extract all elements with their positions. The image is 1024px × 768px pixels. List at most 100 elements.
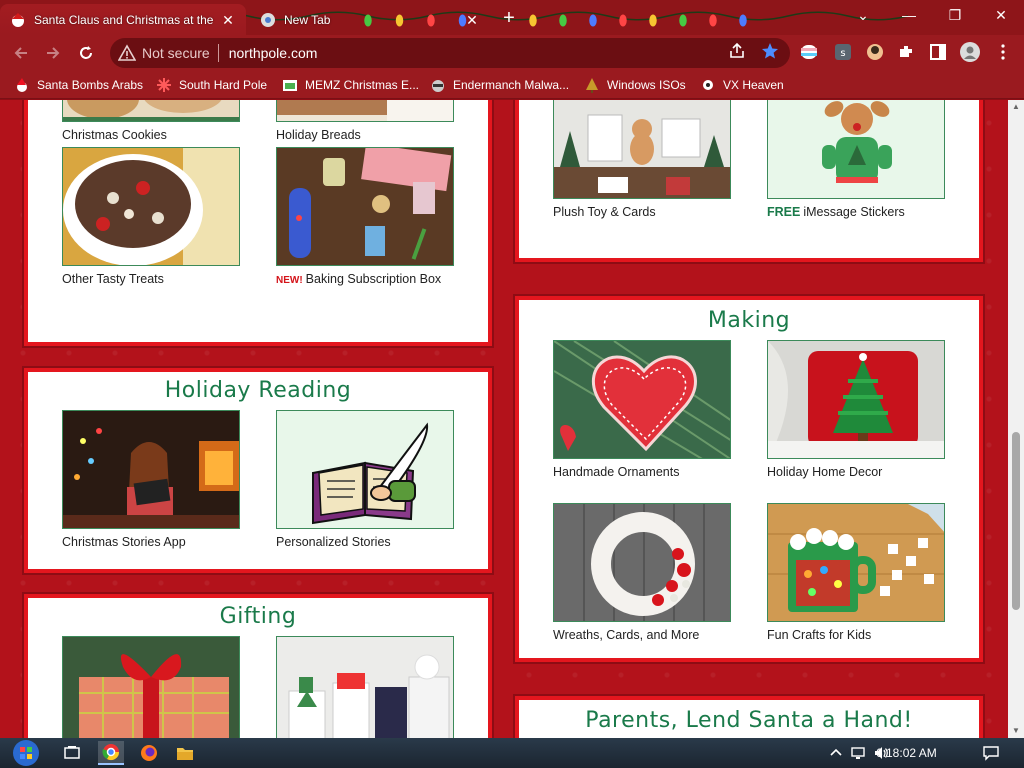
holiday-breads-image[interactable] [276, 100, 454, 122]
tile-gifting-present[interactable] [62, 636, 240, 738]
wrapped-present-image[interactable] [62, 636, 240, 738]
taskbar-chrome[interactable] [98, 741, 124, 765]
imessage-stickers-image[interactable] [767, 100, 945, 199]
virus-icon [703, 80, 713, 90]
network-icon[interactable] [850, 745, 866, 761]
windows-start-orb-icon [13, 740, 39, 766]
bookmark-santa-bombs-arabs[interactable]: Santa Bombs Arabs [14, 75, 143, 95]
tab-strip: Santa Claus and Christmas at the ✕ New T… [0, 0, 1024, 35]
handmade-ornaments-image[interactable] [553, 340, 731, 459]
tile-caption[interactable]: Plush Toy & Cards [553, 205, 731, 219]
holiday-home-decor-image[interactable] [767, 340, 945, 459]
bookmark-windows-isos[interactable]: Windows ISOs [584, 75, 686, 95]
tile-gifting-bags[interactable] [276, 636, 454, 738]
address-bar[interactable]: Not secure northpole.com [110, 38, 790, 68]
bookmark-vx-heaven[interactable]: VX Heaven [700, 75, 784, 95]
bookmark-star-icon[interactable] [761, 42, 779, 60]
tab-title: Santa Claus and Christmas at the [34, 12, 214, 27]
tile-baking-subscription-box[interactable]: NEW! Baking Subscription Box [276, 147, 454, 286]
scroll-up-arrow-icon[interactable]: ▲ [1008, 100, 1024, 114]
gift-bags-image[interactable] [276, 636, 454, 738]
share-icon[interactable] [728, 42, 746, 60]
chrome-icon [102, 744, 120, 761]
free-badge: FREE [767, 205, 801, 219]
bookmark-label: MEMZ Christmas E... [305, 78, 420, 92]
christmas-cookies-image[interactable] [62, 100, 240, 122]
url-text[interactable]: northpole.com [229, 45, 318, 61]
bookmark-memz-christmas[interactable]: MEMZ Christmas E... [282, 75, 419, 95]
reload-icon [80, 46, 92, 59]
tile-holiday-breads[interactable]: Holiday Breads [276, 100, 454, 142]
flag-extension-icon[interactable] [800, 43, 818, 61]
close-window-button[interactable]: ✕ [978, 0, 1024, 30]
chrome-icon [261, 12, 275, 27]
scroll-down-arrow-icon[interactable]: ▼ [1008, 724, 1024, 738]
bookmark-label: Santa Bombs Arabs [37, 78, 144, 92]
plush-toy-cards-image[interactable] [553, 100, 731, 199]
tile-wreaths-cards-more[interactable]: Wreaths, Cards, and More [553, 503, 731, 642]
s-extension-icon[interactable]: s [834, 43, 852, 61]
tile-caption[interactable]: Holiday Home Decor [767, 465, 945, 479]
tile-plush-toy-cards[interactable]: Plush Toy & Cards [553, 100, 731, 219]
tile-caption[interactable]: Holiday Breads [276, 128, 454, 142]
tab-new-tab[interactable]: New Tab ✕ [250, 4, 490, 35]
profile-avatar-icon[interactable] [960, 42, 980, 62]
card-baking: Christmas Cookies Holiday Breads Other T… [24, 100, 492, 346]
tile-caption[interactable]: Christmas Cookies [62, 128, 240, 142]
notifications-icon[interactable] [983, 745, 999, 761]
section-title: Parents, Lend Santa a Hand! [585, 708, 913, 733]
new-tab-button[interactable]: + [498, 7, 520, 29]
firefox-icon [141, 745, 157, 761]
side-panel-icon[interactable] [929, 43, 947, 61]
taskbar-clock[interactable]: 6:18:02 AM [876, 746, 937, 760]
baking-subscription-box-image[interactable] [276, 147, 454, 266]
page-scrollbar[interactable]: ▲ ▼ [1008, 100, 1024, 738]
tile-caption[interactable]: Fun Crafts for Kids [767, 628, 945, 642]
tile-christmas-cookies[interactable]: Christmas Cookies [62, 100, 240, 142]
restore-button[interactable]: ❐ [932, 0, 978, 30]
forward-button[interactable] [40, 40, 66, 66]
reload-button[interactable] [73, 40, 99, 66]
fun-crafts-image[interactable] [767, 503, 945, 622]
task-view-button[interactable] [59, 741, 85, 765]
tile-caption[interactable]: Wreaths, Cards, and More [553, 628, 731, 642]
task-view-icon [64, 746, 80, 759]
tab-search-button[interactable]: ⌄ [840, 0, 886, 30]
close-tab-icon[interactable]: ✕ [464, 12, 480, 28]
bookmark-endermanch-malware[interactable]: Endermanch Malwa... [430, 75, 569, 95]
christmas-stories-app-image[interactable] [62, 410, 240, 529]
scrollbar-thumb[interactable] [1012, 432, 1020, 610]
security-label[interactable]: Not secure [142, 45, 210, 61]
tile-caption[interactable]: NEW! Baking Subscription Box [276, 272, 454, 286]
close-tab-icon[interactable]: ✕ [220, 12, 236, 28]
tile-caption-text: Baking Subscription Box [305, 272, 442, 286]
personalized-stories-image[interactable] [276, 410, 454, 529]
back-button[interactable] [8, 40, 34, 66]
bookmark-south-hard-pole[interactable]: South Hard Pole [156, 75, 267, 95]
tile-caption[interactable]: Personalized Stories [276, 535, 454, 549]
taskbar-file-explorer[interactable] [172, 741, 198, 765]
avatar-extension-icon[interactable] [866, 43, 884, 61]
tile-caption[interactable]: Other Tasty Treats [62, 272, 240, 286]
tile-handmade-ornaments[interactable]: Handmade Ornaments [553, 340, 731, 479]
other-tasty-treats-image[interactable] [62, 147, 240, 266]
tile-other-tasty-treats[interactable]: Other Tasty Treats [62, 147, 240, 286]
tile-imessage-stickers[interactable]: FREE iMessage Stickers [767, 100, 945, 219]
minimize-button[interactable]: — [886, 0, 932, 30]
taskbar-firefox[interactable] [136, 741, 162, 765]
show-hidden-icons-chevron-icon[interactable] [828, 745, 844, 761]
tab-northpole[interactable]: Santa Claus and Christmas at the ✕ [0, 4, 246, 35]
card-making: Making Handmade Ornaments Holiday Home D… [515, 296, 983, 662]
kebab-menu-icon[interactable] [994, 43, 1012, 61]
tile-caption[interactable]: FREE iMessage Stickers [767, 205, 945, 219]
tile-fun-crafts-for-kids[interactable]: Fun Crafts for Kids [767, 503, 945, 642]
tile-personalized-stories[interactable]: Personalized Stories [276, 410, 454, 549]
tile-holiday-home-decor[interactable]: Holiday Home Decor [767, 340, 945, 479]
tile-caption[interactable]: Handmade Ornaments [553, 465, 731, 479]
wreaths-image[interactable] [553, 503, 731, 622]
puzzle-extensions-icon[interactable] [897, 43, 915, 61]
tile-caption[interactable]: Christmas Stories App [62, 535, 240, 549]
card-gifting: Gifting [24, 594, 492, 738]
start-button[interactable] [8, 739, 44, 767]
tile-christmas-stories-app[interactable]: Christmas Stories App [62, 410, 240, 549]
